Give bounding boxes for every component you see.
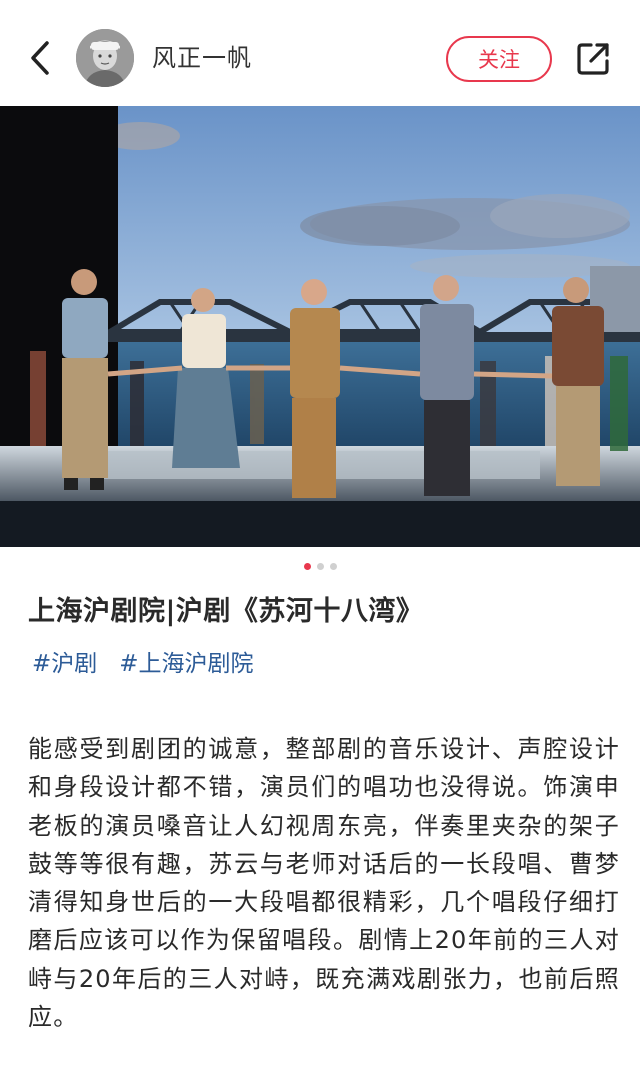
follow-button[interactable]: 关注 — [446, 36, 552, 82]
top-bar: 风正一帆 关注 — [0, 0, 640, 106]
back-button[interactable] — [22, 38, 58, 78]
pagination-dot[interactable] — [316, 563, 324, 570]
post-title: 上海沪剧院|沪剧《苏河十八湾》 — [28, 596, 424, 627]
tag-shanghai-hu-opera-theatre[interactable]: #上海沪剧院 — [119, 646, 253, 682]
user-avatar-icon — [76, 29, 134, 87]
share-icon — [577, 43, 609, 75]
avatar[interactable] — [76, 29, 134, 87]
username[interactable]: 风正一帆 — [152, 42, 252, 74]
tag-list: #沪剧 #上海沪剧院 — [32, 646, 254, 682]
gallery-pagination — [0, 563, 640, 571]
stage-curtain-call-photo — [0, 106, 640, 547]
tag-hu-opera[interactable]: #沪剧 — [32, 646, 97, 682]
chevron-left-icon — [31, 41, 49, 75]
pagination-dot[interactable] — [329, 563, 337, 570]
post-photo[interactable] — [0, 106, 640, 547]
share-button[interactable] — [574, 40, 612, 78]
pagination-dot-active[interactable] — [303, 563, 311, 570]
post-body: 能感受到剧团的诚意，整部剧的音乐设计、声腔设计和身段设计都不错，演员们的唱功也没… — [28, 735, 620, 1032]
